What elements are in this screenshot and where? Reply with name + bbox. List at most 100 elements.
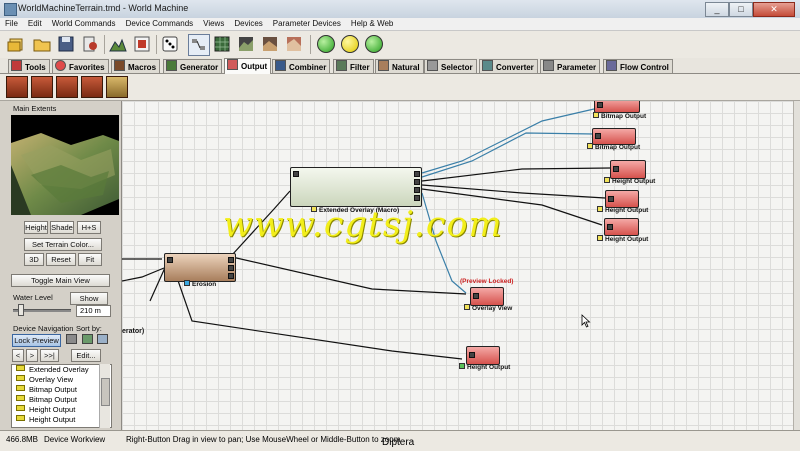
- texture-view-icon[interactable]: [284, 34, 304, 54]
- sort-type-icon[interactable]: [66, 334, 77, 344]
- open-folder-icon[interactable]: [32, 34, 52, 54]
- device-workview[interactable]: erator) Bitmap Output Bitmap Output Heig…: [122, 101, 793, 430]
- menu-device-commands[interactable]: Device Commands: [121, 18, 199, 30]
- status-icon: [604, 177, 610, 183]
- tab-parameter[interactable]: Parameter: [540, 59, 601, 73]
- build-yellow-icon[interactable]: [341, 35, 359, 53]
- input-port[interactable]: [607, 224, 613, 230]
- height-output-device-icon[interactable]: [6, 76, 28, 98]
- layout-icon[interactable]: [132, 34, 152, 54]
- list-item[interactable]: Height Output: [12, 415, 111, 425]
- menu-file[interactable]: File: [0, 18, 23, 30]
- device-list[interactable]: Extended Overlay Overlay View Bitmap Out…: [11, 364, 112, 428]
- tab-output[interactable]: Output: [224, 58, 272, 74]
- fit-button[interactable]: Fit: [78, 253, 102, 266]
- output-port[interactable]: [414, 171, 420, 177]
- tab-converter[interactable]: Converter: [479, 59, 538, 73]
- erosion-node[interactable]: [164, 253, 236, 282]
- tab-tools[interactable]: Tools: [8, 59, 50, 73]
- build-icon[interactable]: [108, 34, 128, 54]
- build-green-icon[interactable]: [317, 35, 335, 53]
- input-port[interactable]: [469, 352, 475, 358]
- output-port[interactable]: [414, 195, 420, 201]
- dice-icon[interactable]: [160, 34, 180, 54]
- terrain-preview[interactable]: [11, 115, 119, 215]
- list-item[interactable]: Bitmap Output: [12, 395, 111, 405]
- tab-filter[interactable]: Filter: [333, 59, 374, 73]
- minimize-button[interactable]: _: [705, 2, 729, 17]
- menu-parameter-devices[interactable]: Parameter Devices: [268, 18, 346, 30]
- scrollbar-thumb[interactable]: [101, 378, 110, 406]
- tab-macros[interactable]: Macros: [111, 59, 161, 73]
- layout-view-icon[interactable]: [212, 34, 232, 54]
- workview-scrollbar[interactable]: [793, 101, 800, 430]
- status-icon: [464, 304, 470, 310]
- list-item-label: Height Output: [29, 405, 76, 414]
- tab-selector[interactable]: Selector: [424, 59, 477, 73]
- menu-world-commands[interactable]: World Commands: [47, 18, 121, 30]
- water-level-field[interactable]: 210 m: [76, 305, 111, 317]
- world-settings-icon[interactable]: [80, 34, 100, 54]
- output-port[interactable]: [228, 257, 234, 263]
- tab-generator[interactable]: Generator: [163, 59, 223, 73]
- output-port[interactable]: [228, 265, 234, 271]
- build-extents-icon[interactable]: [365, 35, 383, 53]
- list-item[interactable]: Bitmap Output: [12, 385, 111, 395]
- input-port[interactable]: [595, 133, 601, 139]
- mesh-output-device-icon[interactable]: [81, 76, 103, 98]
- water-level-slider-thumb[interactable]: [18, 304, 24, 316]
- shade-view-button[interactable]: Shade: [50, 221, 74, 234]
- show-water-button[interactable]: Show: [70, 292, 108, 305]
- device-list-scrollbar[interactable]: [99, 364, 110, 428]
- tab-favorites[interactable]: Favorites: [52, 59, 109, 73]
- input-port[interactable]: [597, 102, 603, 108]
- 3d-button[interactable]: 3D: [24, 253, 44, 266]
- explorer-view-icon[interactable]: [260, 34, 280, 54]
- new-file-icon[interactable]: [6, 34, 26, 54]
- input-port[interactable]: [167, 257, 173, 263]
- height-view-button[interactable]: Height: [24, 221, 48, 234]
- menu-help-web[interactable]: Help & Web: [346, 18, 399, 30]
- extended-overlay-macro-node[interactable]: [290, 167, 422, 207]
- edit-button[interactable]: Edit...: [71, 349, 101, 362]
- sort-name-icon[interactable]: [82, 334, 93, 344]
- input-port[interactable]: [473, 293, 479, 299]
- toggle-main-view-button[interactable]: Toggle Main View: [11, 274, 110, 287]
- list-item[interactable]: Height Output: [12, 405, 111, 415]
- overlay-view-device-icon[interactable]: [56, 76, 78, 98]
- partial-node-label: erator): [122, 328, 145, 335]
- device-view-icon[interactable]: [188, 34, 210, 56]
- nav-last-button[interactable]: >>|: [40, 349, 59, 362]
- save-icon[interactable]: [56, 34, 76, 54]
- input-port[interactable]: [293, 171, 299, 177]
- output-port[interactable]: [414, 187, 420, 193]
- 3d-view-icon[interactable]: [236, 34, 256, 54]
- main-extents-label: Main Extents: [13, 104, 57, 113]
- bitmap-output-device-icon[interactable]: [31, 76, 53, 98]
- list-item[interactable]: Extended Overlay: [12, 365, 111, 375]
- reset-button[interactable]: Reset: [46, 253, 76, 266]
- menu-edit[interactable]: Edit: [23, 18, 47, 30]
- menu-devices[interactable]: Devices: [229, 18, 267, 30]
- close-button[interactable]: ✕: [753, 2, 795, 17]
- nav-next-button[interactable]: >: [26, 349, 38, 362]
- input-port[interactable]: [608, 196, 614, 202]
- height-output-node[interactable]: [604, 218, 639, 236]
- wire: [421, 184, 606, 199]
- nav-previous-button[interactable]: <: [12, 349, 24, 362]
- tab-flow-control[interactable]: Flow Control: [603, 59, 673, 73]
- tiled-output-device-icon[interactable]: [106, 76, 128, 98]
- maximize-button[interactable]: □: [729, 2, 753, 17]
- output-port[interactable]: [228, 273, 234, 279]
- output-port[interactable]: [414, 179, 420, 185]
- lock-preview-button[interactable]: Lock Preview: [12, 334, 61, 347]
- list-item[interactable]: Overlay View: [12, 375, 111, 385]
- input-port[interactable]: [613, 166, 619, 172]
- tab-combiner[interactable]: Combiner: [272, 59, 331, 73]
- toolbar-separator: [104, 35, 105, 54]
- tab-natural[interactable]: Natural: [375, 59, 424, 73]
- menu-views[interactable]: Views: [198, 18, 229, 30]
- sort-order-icon[interactable]: [97, 334, 108, 344]
- height-shade-view-button[interactable]: H+S: [77, 221, 101, 234]
- set-terrain-color-button[interactable]: Set Terrain Color...: [24, 238, 102, 251]
